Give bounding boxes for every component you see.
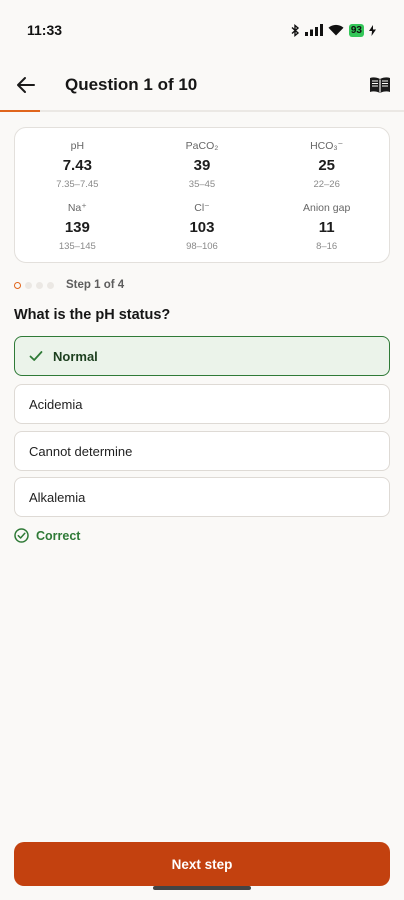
lab-value: 11: [318, 219, 335, 236]
lab-name: Na⁺: [67, 202, 87, 214]
feedback-label: Correct: [36, 528, 81, 543]
lab-value: 7.43: [62, 157, 92, 174]
lab-name: Cl⁻: [194, 202, 210, 214]
lab-range: 35–45: [188, 179, 216, 190]
status-bar: 11:33 93: [0, 0, 404, 60]
question-text: What is the pH status?: [14, 307, 171, 323]
step-label: Step 1 of 4: [66, 279, 125, 291]
lab-name: pH: [70, 140, 85, 152]
lab-range: 7.35–7.45: [56, 179, 99, 190]
book-open-icon[interactable]: [368, 73, 392, 97]
wifi-icon: [328, 24, 344, 36]
bluetooth-icon: [291, 23, 299, 37]
home-indicator[interactable]: [153, 886, 251, 890]
charging-icon: [369, 24, 376, 36]
option-label: Normal: [53, 348, 98, 364]
status-time: 11:33: [27, 22, 63, 38]
check-circle-icon: [14, 528, 29, 543]
lab-name: Anion gap: [303, 202, 351, 214]
next-step-button[interactable]: Next step: [14, 842, 390, 886]
lab-hco3: HCO₃⁻ 25 22–26: [264, 139, 389, 201]
lab-values-grid: pH 7.43 7.35–7.45 PaCO₂ 39 35–45 HCO₃⁻ 2…: [15, 128, 389, 263]
lab-value: 103: [189, 219, 215, 236]
option-alkalemia[interactable]: Alkalemia: [14, 477, 390, 517]
option-label: Acidemia: [29, 396, 83, 412]
option-normal[interactable]: Normal: [14, 336, 390, 376]
option-cannot-determine[interactable]: Cannot determine: [14, 431, 390, 471]
lab-value: 39: [193, 157, 211, 174]
option-label: Cannot determine: [29, 443, 133, 459]
lab-paco2: PaCO₂ 39 35–45: [140, 139, 265, 201]
answer-feedback: Correct: [14, 528, 80, 543]
lab-name: HCO₃⁻: [310, 140, 344, 152]
option-acidemia[interactable]: Acidemia: [14, 384, 390, 424]
check-icon: [29, 351, 43, 361]
battery-icon: 93: [348, 23, 364, 37]
step-dot: [47, 281, 54, 289]
lab-value: 139: [64, 219, 90, 236]
app-bar: Question 1 of 10: [0, 62, 404, 108]
lab-name: PaCO₂: [185, 140, 219, 152]
option-label: Alkalemia: [29, 489, 86, 505]
page-title: Question 1 of 10: [65, 75, 198, 94]
lab-cl: Cl⁻ 103 98–106: [140, 201, 265, 263]
lab-range: 135–145: [58, 241, 96, 252]
step-dot-active: [14, 281, 21, 289]
step-dot: [25, 281, 32, 289]
back-button[interactable]: [14, 73, 38, 97]
lab-range: 22–26: [313, 179, 340, 190]
lab-range: 98–106: [186, 241, 218, 252]
lab-anion-gap: Anion gap 11 8–16: [264, 201, 389, 263]
status-icons: 93: [291, 23, 376, 37]
lab-ph: pH 7.43 7.35–7.45: [15, 139, 140, 201]
lab-range: 8–16: [316, 241, 338, 252]
lab-na: Na⁺ 139 135–145: [15, 201, 140, 263]
signal-icon: [304, 24, 323, 36]
step-indicator: Step 1 of 4: [14, 278, 124, 292]
lab-value: 25: [318, 157, 335, 174]
question-progress-fill: [0, 110, 41, 112]
question-progress-track: [0, 110, 404, 112]
lab-values-card: pH 7.43 7.35–7.45 PaCO₂ 39 35–45 HCO₃⁻ 2…: [14, 127, 390, 263]
step-dot: [36, 281, 43, 289]
